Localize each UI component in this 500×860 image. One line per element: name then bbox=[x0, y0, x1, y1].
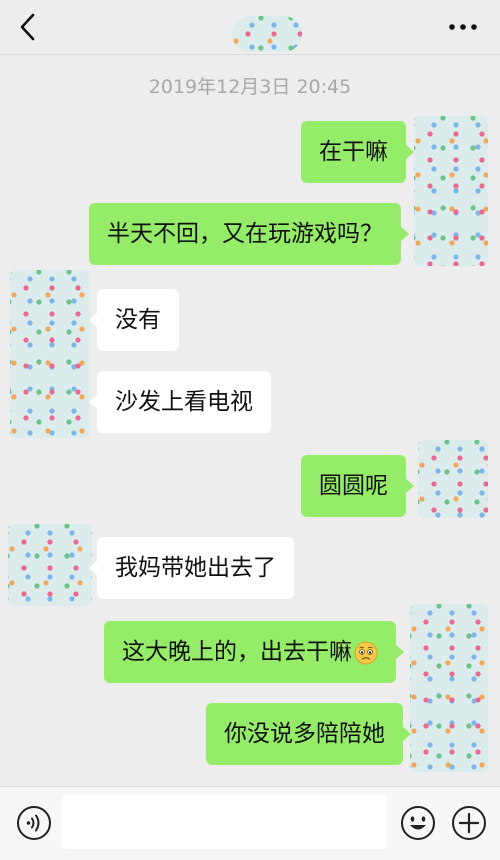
message-text: 你没说多陪陪她 bbox=[224, 721, 385, 747]
message-text: 沙发上看电视 bbox=[115, 389, 253, 415]
message-bubble-outgoing[interactable]: 在干嘛 bbox=[301, 121, 414, 183]
message-text: 这大晚上的，出去干嘛 bbox=[122, 639, 352, 665]
message-text: 我妈带她出去了 bbox=[115, 555, 276, 581]
chevron-left-icon[interactable] bbox=[14, 12, 44, 42]
message-timestamp: 2019年12月3日 20:45 bbox=[148, 76, 352, 98]
plus-icon[interactable] bbox=[451, 805, 487, 841]
message-text: 圆圆呢 bbox=[319, 473, 388, 499]
message-text: 在干嘛 bbox=[319, 139, 388, 165]
contact-avatar[interactable] bbox=[10, 270, 90, 438]
worried-face-emoji-icon bbox=[354, 641, 378, 664]
message-bubble-outgoing[interactable]: 圆圆呢 bbox=[301, 455, 414, 517]
message-bubble-outgoing[interactable]: 半天不回，又在玩游戏吗？ bbox=[89, 203, 409, 265]
more-dots-icon[interactable] bbox=[446, 12, 480, 42]
message-bubble-incoming[interactable]: 沙发上看电视 bbox=[89, 371, 271, 433]
smile-icon[interactable] bbox=[400, 805, 436, 841]
contact-name-obscured bbox=[232, 16, 302, 52]
my-avatar[interactable] bbox=[410, 604, 488, 772]
message-input[interactable] bbox=[62, 795, 387, 849]
message-text: 半天不回，又在玩游戏吗？ bbox=[107, 221, 383, 247]
my-avatar[interactable] bbox=[414, 116, 488, 266]
top-bar bbox=[0, 0, 500, 55]
message-bubble-outgoing[interactable]: 这大晚上的，出去干嘛 bbox=[104, 621, 404, 683]
voice-icon[interactable] bbox=[16, 805, 52, 841]
message-text: 没有 bbox=[115, 307, 161, 333]
message-bubble-outgoing[interactable]: 你没说多陪陪她 bbox=[206, 703, 411, 765]
message-bubble-incoming[interactable]: 我妈带她出去了 bbox=[89, 537, 294, 599]
contact-avatar[interactable] bbox=[8, 524, 92, 606]
message-bubble-incoming[interactable]: 没有 bbox=[89, 289, 179, 351]
my-avatar[interactable] bbox=[418, 440, 488, 518]
composer-bar bbox=[0, 786, 500, 860]
